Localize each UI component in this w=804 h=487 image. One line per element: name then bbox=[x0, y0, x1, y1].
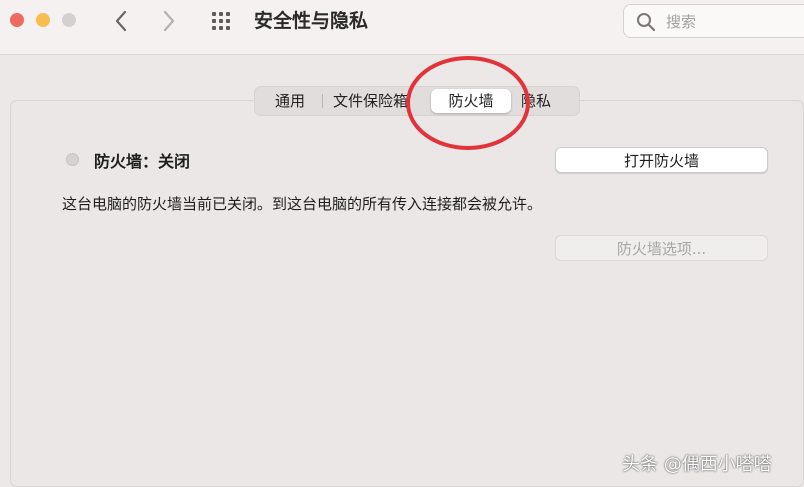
zoom-window-button[interactable] bbox=[62, 13, 76, 27]
window-title: 安全性与隐私 bbox=[254, 10, 369, 32]
highlight-circle-annotation bbox=[406, 56, 530, 150]
back-button[interactable] bbox=[108, 8, 134, 34]
tab-general[interactable]: 通用 bbox=[258, 89, 322, 113]
firewall-options-button[interactable]: 防火墙选项... bbox=[555, 235, 768, 261]
grid-icon bbox=[212, 12, 230, 30]
watermark: 头条 @偶西小嗒嗒 bbox=[622, 454, 772, 475]
minimize-window-button[interactable] bbox=[36, 13, 50, 27]
title-bar: 安全性与隐私 bbox=[0, 0, 804, 55]
close-window-button[interactable] bbox=[10, 13, 24, 27]
search-field[interactable] bbox=[623, 4, 804, 39]
chevron-right-icon bbox=[163, 10, 175, 32]
turn-on-firewall-button[interactable]: 打开防火墙 bbox=[555, 147, 768, 173]
forward-button[interactable] bbox=[156, 8, 182, 34]
chevron-left-icon bbox=[115, 10, 127, 32]
search-icon bbox=[637, 13, 656, 32]
show-all-button[interactable] bbox=[210, 10, 236, 32]
search-input[interactable] bbox=[664, 5, 804, 39]
firewall-status-indicator bbox=[66, 153, 79, 166]
firewall-description: 这台电脑的防火墙当前已关闭。到这台电脑的所有传入连接都会被允许。 bbox=[62, 195, 543, 213]
firewall-status-label: 防火墙：关闭 bbox=[94, 152, 191, 171]
